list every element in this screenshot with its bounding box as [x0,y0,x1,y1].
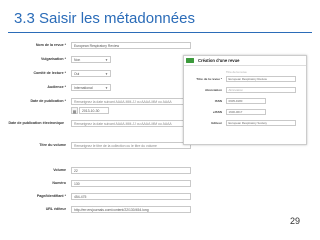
row-publisher-url: URL éditeur http://err.ersjournals.com/c… [8,206,312,215]
label-volume-title: Titre du volume [39,143,66,147]
dialog-row-issn: ISSN 0905-9180 [184,98,306,105]
dialog-search-placeholder: Titre de la revue [226,70,247,74]
row-volume: Volume 22 [8,167,312,176]
row-number: Numéro 130 [8,180,312,189]
label-journal-name: Nom de la revue * [35,43,66,47]
dialog-label-issn: ISSN [214,99,222,103]
audience-select[interactable]: International ▼ [71,84,111,91]
pub-date-value[interactable]: 2013-10-30 [79,107,109,114]
dialog-row-title: Titre de la revue * European Respiratory… [184,76,306,83]
dialog-eissn-input[interactable]: 1600-0617 [226,109,266,115]
dialog-header: Création d'une revue [184,56,306,66]
number-input[interactable]: 130 [71,180,191,187]
label-audience: Audience * [47,85,66,89]
label-publisher-url: URL éditeur [45,207,66,211]
dialog-row-eissn: eISSN 1600-0617 [184,109,306,116]
page-number: 29 [289,216,300,226]
dialog-row-abbrev: Abréviation Abréviation [184,87,306,94]
journal-name-input[interactable]: European Respiratory Review [71,42,191,49]
label-pages: Page/Identifiant * [36,194,66,198]
dialog-label-abbrev: Abréviation [204,88,222,92]
label-epub-date: Date de publication électronique [8,121,64,125]
audience-value: International [74,86,93,90]
label-peer-review: Comité de lecture * [33,71,66,75]
dialog-title-input[interactable]: European Respiratory Review [226,76,296,82]
dialog-issn-input[interactable]: 0905-9180 [226,98,266,104]
calendar-icon[interactable]: ▦ [71,107,78,114]
dialog-row-publisher: Editeur European Respiratory Society [184,120,306,127]
epub-date-input[interactable]: Renseignez la date suivant AAAA-MM-JJ ou… [71,120,191,127]
popularization-value: Non [74,58,81,62]
peer-review-select[interactable]: Oui ▼ [71,70,111,77]
title-underline [8,32,312,33]
dialog-label-title: Titre de la revue * [196,77,222,81]
label-volume: Volume [53,168,66,172]
dialog-publisher-input[interactable]: European Respiratory Society [226,120,296,126]
dialog-title: Création d'une revue [198,58,240,63]
label-number: Numéro [52,181,66,185]
row-pages: Page/Identifiant * 454-475 [8,193,312,202]
chevron-down-icon: ▼ [105,72,108,76]
dialog-abbrev-input[interactable]: Abréviation [226,87,296,93]
popularization-select[interactable]: Non ▼ [71,56,111,63]
row-journal-name: Nom de la revue * European Respiratory R… [8,42,312,51]
journal-icon [186,58,194,63]
label-popularization: Vulgarisation * [40,57,66,61]
label-pub-date: Date de publication * [30,99,66,103]
chevron-down-icon: ▼ [105,86,108,90]
dialog-label-eissn: eISSN [213,110,222,114]
dialog-label-publisher: Editeur [211,121,222,125]
volume-title-input[interactable]: Renseignez le titre de la collection ou … [71,142,191,149]
create-journal-dialog: Création d'une revue Titre de la revue T… [183,55,307,145]
publisher-url-input[interactable]: http://err.ersjournals.com/content/22/13… [71,206,191,213]
pages-input[interactable]: 454-475 [71,193,191,200]
volume-input[interactable]: 22 [71,167,191,174]
slide-title: 3.3 Saisir les métadonnées [14,10,195,27]
pub-date-input[interactable]: Renseignez la date suivant AAAA-MM-JJ ou… [71,98,191,105]
chevron-down-icon: ▼ [105,58,108,62]
peer-review-value: Oui [74,72,80,76]
